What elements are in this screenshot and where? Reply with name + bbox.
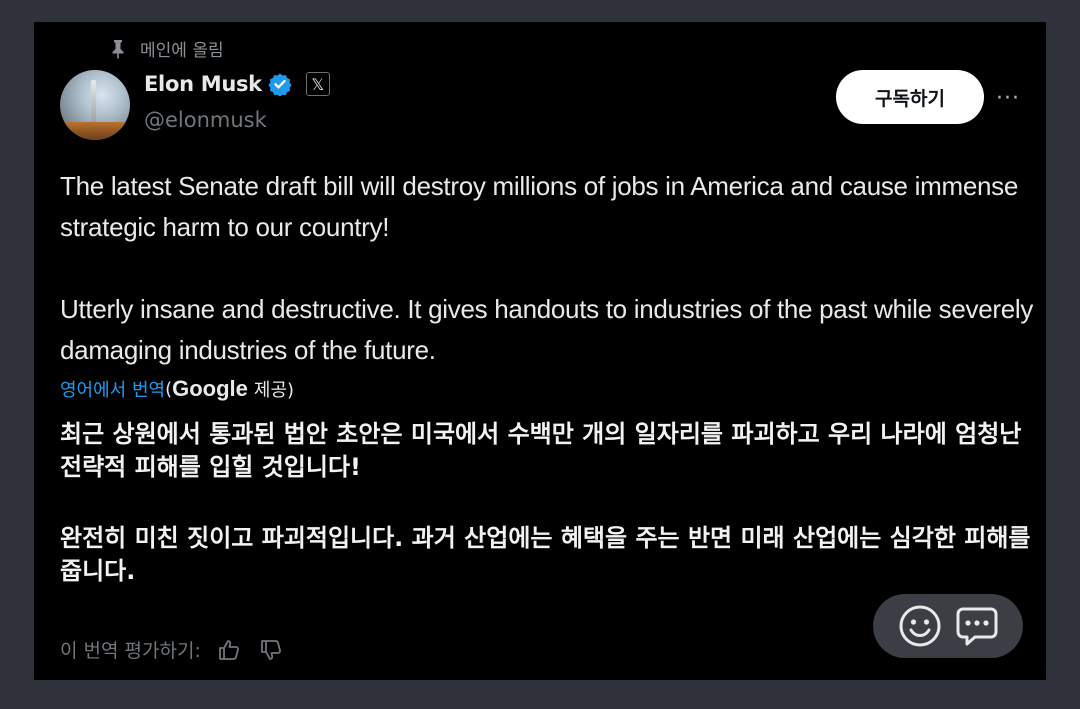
post-text-paragraph: The latest Senate draft bill will destro… — [60, 171, 1019, 242]
pinned-indicator: 메인에 올림 — [110, 36, 224, 61]
google-provider-label: Google — [172, 376, 248, 401]
floating-action-pill — [873, 594, 1023, 658]
post-text-paragraph: Utterly insane and destructive. It gives… — [60, 294, 1034, 365]
author-display-name[interactable]: Elon Musk — [144, 72, 262, 96]
rate-translation-row: 이 번역 평가하기: — [60, 636, 285, 663]
author-name-row: Elon Musk 𝕏 — [144, 72, 330, 97]
translated-text-paragraph: 완전히 미친 짓이고 파괴적입니다. 과거 산업에는 혜택을 주는 반면 미래 … — [60, 524, 1031, 585]
translated-from-link[interactable]: 영어에서 번역 — [60, 376, 165, 402]
pinned-label: 메인에 올림 — [140, 41, 224, 61]
post-card[interactable]: 메인에 올림 Elon Musk 𝕏 @elonmusk 구독하기 ··· Th… — [34, 22, 1046, 680]
pin-icon — [110, 39, 126, 59]
subscribe-button[interactable]: 구독하기 — [836, 70, 984, 124]
translation-attribution: 영어에서 번역 ( Google 제공) — [60, 376, 294, 402]
provided-label: 제공) — [253, 380, 295, 401]
avatar[interactable] — [60, 70, 130, 140]
more-options-icon[interactable]: ··· — [996, 86, 1020, 111]
rate-translation-label: 이 번역 평가하기: — [60, 640, 201, 662]
paren-open: ( — [165, 378, 173, 400]
thumbs-down-icon[interactable] — [259, 637, 285, 663]
translated-text-paragraph: 최근 상원에서 통과된 법안 초안은 미국에서 수백만 개의 일자리를 파괴하고… — [60, 420, 1022, 481]
author-handle[interactable]: @elonmusk — [144, 108, 267, 132]
thumbs-up-icon[interactable] — [217, 637, 243, 663]
verified-badge-icon[interactable] — [268, 72, 292, 97]
x-affiliate-badge[interactable]: 𝕏 — [305, 72, 330, 96]
chat-bubble-icon[interactable] — [955, 604, 999, 648]
smiley-icon[interactable] — [898, 604, 942, 648]
